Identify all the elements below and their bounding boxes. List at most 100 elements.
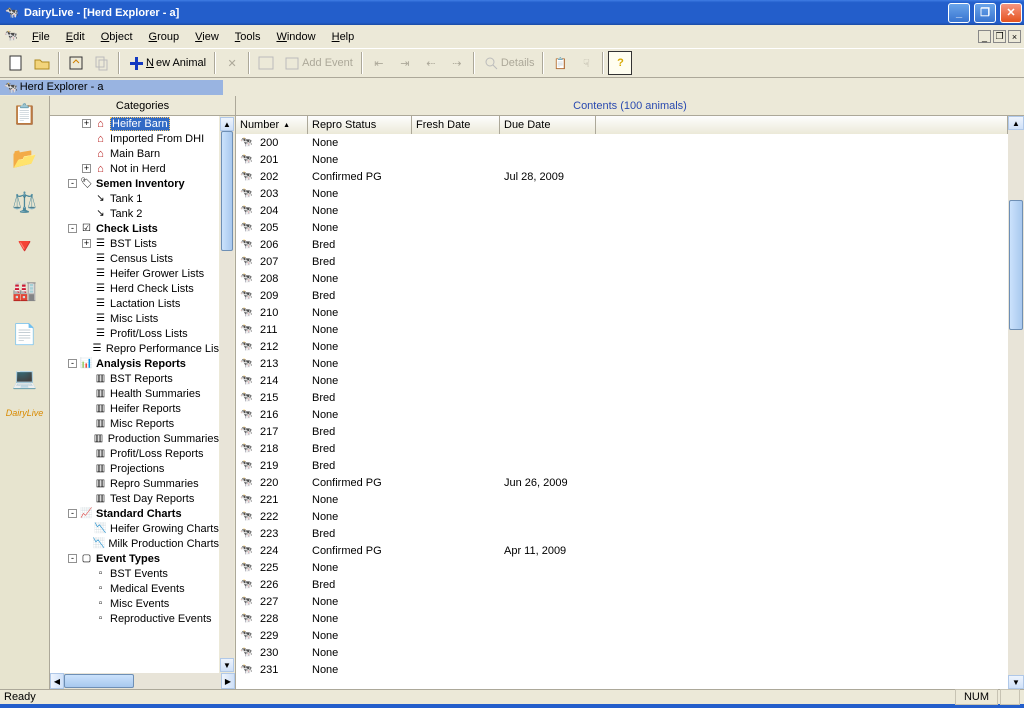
folder-icon[interactable]: 📂 <box>9 144 41 172</box>
column-header[interactable]: Due Date <box>500 116 596 134</box>
tree-node[interactable]: 📉Milk Production Charts <box>50 536 219 551</box>
help-button[interactable]: ? <box>608 51 632 75</box>
menu-object[interactable]: Object <box>93 28 141 46</box>
tree-node[interactable]: -📊Analysis Reports <box>50 356 219 371</box>
expand-toggle[interactable]: - <box>68 359 77 368</box>
clipboard-icon[interactable]: 📋 <box>9 100 41 128</box>
tree-node[interactable]: -🏷Semen Inventory <box>50 176 219 191</box>
table-row[interactable]: 🐄225None <box>236 559 1008 576</box>
document-tab-active[interactable]: 🐄 Herd Explorer - a <box>0 80 223 95</box>
menu-window[interactable]: Window <box>268 28 323 46</box>
mdi-close-button[interactable]: × <box>1008 30 1021 43</box>
scroll-thumb[interactable] <box>221 131 233 251</box>
tree-node[interactable]: ▫BST Events <box>50 566 219 581</box>
tree-node[interactable]: +⌂Heifer Barn <box>50 116 219 131</box>
table-row[interactable]: 🐄212None <box>236 338 1008 355</box>
column-header[interactable]: Number▲ <box>236 116 308 134</box>
table-row[interactable]: 🐄222None <box>236 508 1008 525</box>
collapse-panel-button[interactable] <box>64 51 88 75</box>
expand-toggle[interactable]: - <box>68 509 77 518</box>
new-file-button[interactable] <box>4 51 28 75</box>
tree-node[interactable]: ☰Heifer Grower Lists <box>50 266 219 281</box>
scroll-up-arrow[interactable]: ▲ <box>1008 116 1024 130</box>
table-row[interactable]: 🐄210None <box>236 304 1008 321</box>
system-menu-icon[interactable]: 🐄 <box>4 29 20 45</box>
maximize-button[interactable]: ❐ <box>974 3 996 23</box>
tree-node[interactable]: +☰BST Lists <box>50 236 219 251</box>
barn-icon[interactable]: 🏭 <box>9 276 41 304</box>
tree-node[interactable]: ☰Herd Check Lists <box>50 281 219 296</box>
column-header[interactable]: Fresh Date <box>412 116 500 134</box>
list-vertical-scrollbar[interactable]: ▲ ▼ <box>1008 116 1024 689</box>
table-row[interactable]: 🐄219Bred <box>236 457 1008 474</box>
table-row[interactable]: 🐄206Bred <box>236 236 1008 253</box>
computer-icon[interactable]: 💻 <box>9 364 41 392</box>
tree-node[interactable]: +⌂Not in Herd <box>50 161 219 176</box>
tree-node[interactable]: ⌂Main Barn <box>50 146 219 161</box>
tree-node[interactable]: -▢Event Types <box>50 551 219 566</box>
tree-node[interactable]: ▫Reproductive Events <box>50 611 219 626</box>
tree-node[interactable]: ▫Misc Events <box>50 596 219 611</box>
new-animal-button[interactable]: New Animal <box>124 51 210 75</box>
scroll-thumb[interactable] <box>1009 200 1023 330</box>
tree-node[interactable]: ☰Misc Lists <box>50 311 219 326</box>
tree-node[interactable]: ☰Repro Performance Lis <box>50 341 219 356</box>
scroll-right-arrow[interactable]: ▶ <box>221 673 235 689</box>
expand-toggle[interactable]: - <box>68 224 77 233</box>
table-row[interactable]: 🐄209Bred <box>236 287 1008 304</box>
tree-node[interactable]: ▥Misc Reports <box>50 416 219 431</box>
tree-node[interactable]: ⌂Imported From DHI <box>50 131 219 146</box>
menu-help[interactable]: Help <box>324 28 363 46</box>
table-row[interactable]: 🐄208None <box>236 270 1008 287</box>
tree-node[interactable]: ↘Tank 1 <box>50 191 219 206</box>
document-icon[interactable]: 📄 <box>9 320 41 348</box>
table-row[interactable]: 🐄215Bred <box>236 389 1008 406</box>
tree-node[interactable]: ☰Lactation Lists <box>50 296 219 311</box>
tree-node[interactable]: ▥Heifer Reports <box>50 401 219 416</box>
table-row[interactable]: 🐄202Confirmed PGJul 28, 2009 <box>236 168 1008 185</box>
scroll-down-arrow[interactable]: ▼ <box>1008 675 1024 689</box>
mdi-restore-button[interactable]: ❐ <box>993 30 1006 43</box>
table-row[interactable]: 🐄207Bred <box>236 253 1008 270</box>
table-row[interactable]: 🐄228None <box>236 610 1008 627</box>
table-row[interactable]: 🐄205None <box>236 219 1008 236</box>
tree-node[interactable]: ▫Medical Events <box>50 581 219 596</box>
tree-node[interactable]: ↘Tank 2 <box>50 206 219 221</box>
expand-toggle[interactable]: - <box>68 179 77 188</box>
scroll-left-arrow[interactable]: ◀ <box>50 673 64 689</box>
table-row[interactable]: 🐄223Bred <box>236 525 1008 542</box>
table-row[interactable]: 🐄230None <box>236 644 1008 661</box>
scroll-thumb-h[interactable] <box>64 674 134 688</box>
close-button[interactable]: ✕ <box>1000 3 1022 23</box>
scale-icon[interactable]: ⚖️ <box>9 188 41 216</box>
tree-node[interactable]: ☰Profit/Loss Lists <box>50 326 219 341</box>
menu-edit[interactable]: Edit <box>58 28 93 46</box>
tree-node[interactable]: -📈Standard Charts <box>50 506 219 521</box>
table-row[interactable]: 🐄221None <box>236 491 1008 508</box>
table-row[interactable]: 🐄216None <box>236 406 1008 423</box>
funnel-icon[interactable]: 🔻 <box>9 232 41 260</box>
tree-node[interactable]: ▥Projections <box>50 461 219 476</box>
table-row[interactable]: 🐄214None <box>236 372 1008 389</box>
table-row[interactable]: 🐄204None <box>236 202 1008 219</box>
scroll-down-arrow[interactable]: ▼ <box>220 658 234 672</box>
table-row[interactable]: 🐄217Bred <box>236 423 1008 440</box>
table-row[interactable]: 🐄203None <box>236 185 1008 202</box>
table-row[interactable]: 🐄226Bred <box>236 576 1008 593</box>
table-row[interactable]: 🐄201None <box>236 151 1008 168</box>
tree-node[interactable]: ▥Production Summaries <box>50 431 219 446</box>
mdi-minimize-button[interactable]: _ <box>978 30 991 43</box>
scroll-up-arrow[interactable]: ▲ <box>220 117 234 131</box>
column-header[interactable]: Repro Status <box>308 116 412 134</box>
categories-tree[interactable]: +⌂Heifer Barn⌂Imported From DHI⌂Main Bar… <box>50 116 219 673</box>
expand-toggle[interactable]: + <box>82 164 91 173</box>
tree-node[interactable]: ▥Test Day Reports <box>50 491 219 506</box>
tree-horizontal-scrollbar[interactable]: ◀ ▶ <box>50 673 235 689</box>
table-row[interactable]: 🐄229None <box>236 627 1008 644</box>
menu-group[interactable]: Group <box>141 28 188 46</box>
minimize-button[interactable]: _ <box>948 3 970 23</box>
expand-toggle[interactable]: + <box>82 119 91 128</box>
tree-node[interactable]: ▥Health Summaries <box>50 386 219 401</box>
table-row[interactable]: 🐄213None <box>236 355 1008 372</box>
expand-toggle[interactable]: + <box>82 239 91 248</box>
